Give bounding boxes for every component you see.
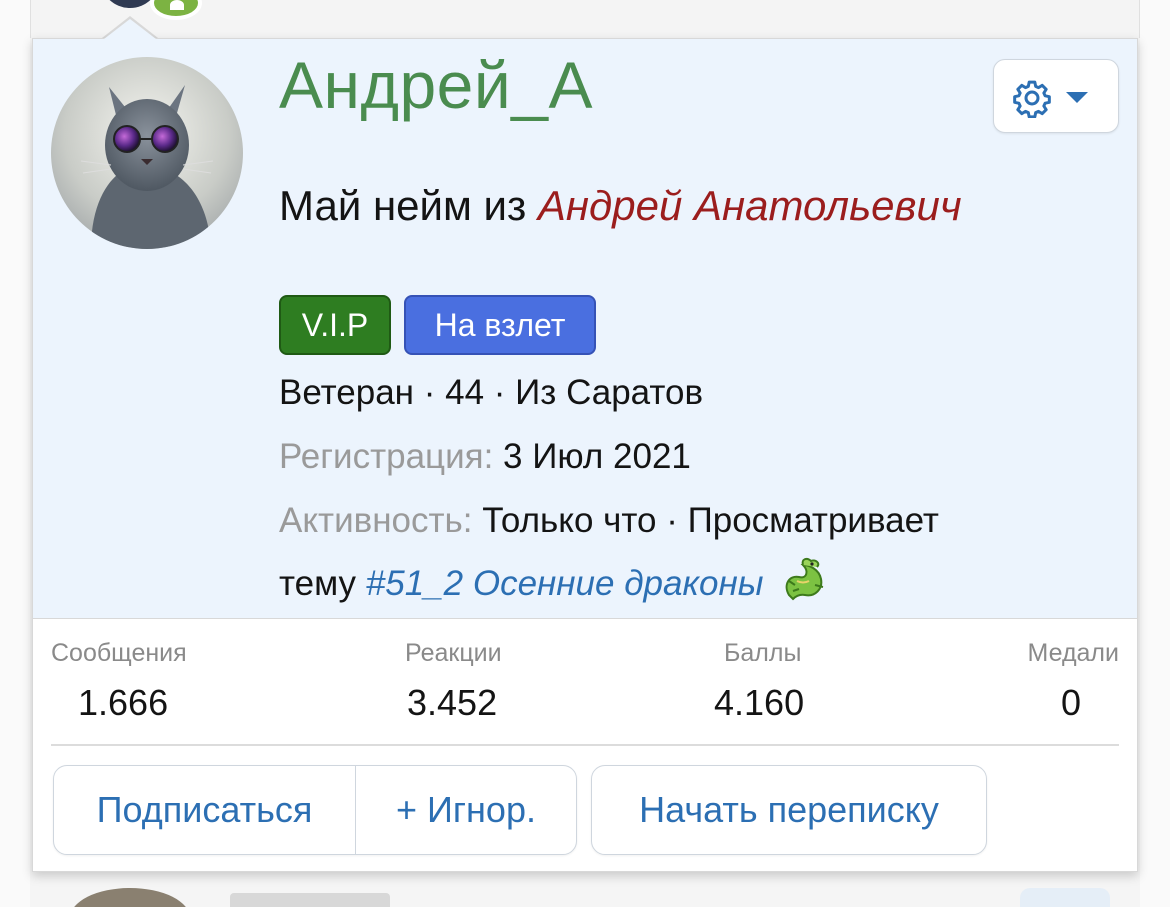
stat-value: 3.452 [407,682,498,723]
gear-icon [1013,80,1051,118]
member-activity: Активность: Только что · Просматривает [279,501,939,541]
member-blurb: Ветеран · 44 · Из Саратов [279,373,704,412]
stat-label: Баллы [724,639,802,667]
activity-thread-link[interactable]: #51_2 Осенние драконы [366,564,764,603]
tooltip-arrow-fill [104,19,156,39]
badge-vip: V.I.P [279,295,391,355]
stat-label: Реакции [405,639,502,667]
custom-title-name: Андрей Анатольевич [537,182,962,229]
background-username-next [230,893,390,907]
stat-reactions[interactable]: Реакции 3.452 [405,639,502,729]
member-registration: Регистрация: 3 Июл 2021 [279,437,691,477]
follow-button[interactable]: Подписаться [54,766,356,854]
stat-messages[interactable]: Сообщения 1.666 [51,639,187,729]
page-background-right [1140,0,1170,907]
badge-takeoff: На взлет [404,295,596,355]
stat-medals[interactable]: Медали 0 [1021,639,1119,729]
member-activity-thread: тему #51_2 Осенние драконы [279,555,829,604]
stat-label: Медали [1027,639,1119,667]
background-button-next[interactable] [1020,888,1110,907]
member-header: Андрей_А Май нейм из Андрей Анатольевич … [33,39,1137,619]
activity-thread-prefix: тему [279,564,366,603]
dragon-emoji-icon [785,557,824,601]
member-tooltip-card: Андрей_А Май нейм из Андрей Анатольевич … [32,38,1138,872]
ignore-button[interactable]: + Игнор. [356,766,576,854]
custom-title-prefix: Май нейм из [279,182,538,229]
cat-avatar-image [80,85,214,249]
member-custom-title: Май нейм из Андрей Анатольевич [279,182,962,230]
registration-label: Регистрация: [279,437,494,476]
stat-value: 1.666 [78,682,169,723]
stats-divider [51,744,1119,746]
stat-label: Сообщения [51,639,187,667]
stat-value: 0 [1060,682,1081,723]
member-stats: Сообщения 1.666 Реакции 3.452 Баллы 4.16… [51,639,1119,729]
stat-value: 4.160 [714,682,805,723]
member-username[interactable]: Андрей_А [279,47,593,123]
caret-down-icon [1066,92,1088,103]
page-background-left [0,0,30,907]
background-avatar-next[interactable] [70,888,190,907]
activity-status: Только что · Просматривает [472,501,939,540]
avatar[interactable] [51,57,243,249]
registration-date: 3 Июл 2021 [493,437,691,476]
activity-label: Активность: [279,501,473,540]
member-settings-button[interactable] [993,59,1119,133]
stat-points[interactable]: Баллы 4.160 [714,639,804,729]
start-conversation-button[interactable]: Начать переписку [591,765,987,855]
follow-ignore-button-group: Подписаться + Игнор. [53,765,577,855]
